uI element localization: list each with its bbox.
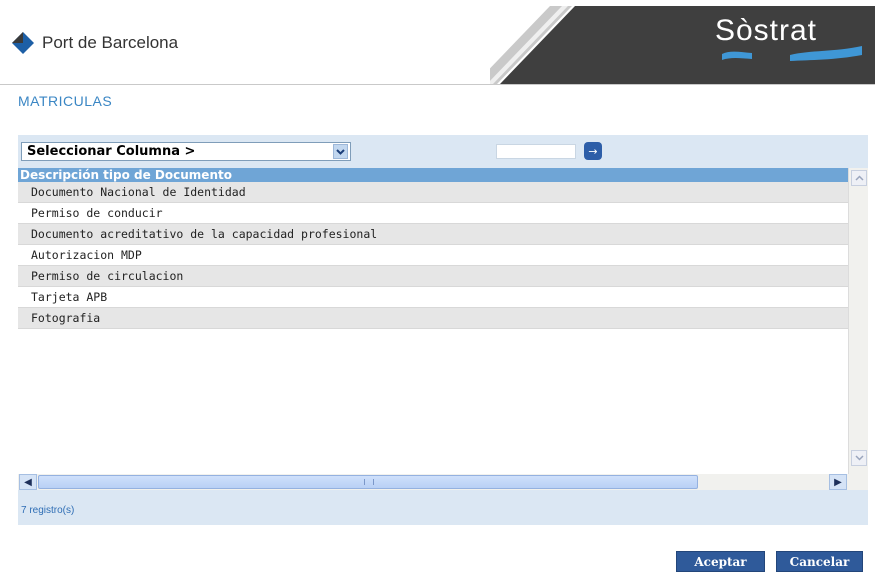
header-divider [0, 84, 875, 85]
table-row[interactable]: Autorizacion MDP [18, 245, 848, 266]
accept-button[interactable]: Aceptar [676, 551, 765, 572]
column-select-value: Seleccionar Columna > [27, 144, 196, 159]
search-input[interactable] [496, 144, 576, 159]
scroll-up-button[interactable] [851, 170, 867, 186]
scroll-down-button[interactable] [851, 450, 867, 466]
brand-banner [490, 6, 875, 84]
cancel-button[interactable]: Cancelar [776, 551, 863, 572]
table-row[interactable]: Documento acreditativo de la capacidad p… [18, 224, 848, 245]
table-row[interactable]: Permiso de conducir [18, 203, 848, 224]
record-count: 7 registro(s) [21, 505, 75, 516]
grid-area: Descripción tipo de Documento Documento … [18, 168, 868, 474]
scroll-right-button[interactable]: ▶ [829, 474, 847, 490]
brand-name: Sòstrat [714, 14, 817, 47]
column-select[interactable]: Seleccionar Columna > [21, 142, 351, 161]
grid-rows: Documento Nacional de Identidad Permiso … [18, 182, 848, 329]
chevron-down-icon[interactable] [333, 144, 348, 159]
chevron-left-icon: ◀ [24, 476, 32, 488]
logo-text: Port de Barcelona [42, 33, 179, 52]
chevron-right-icon: ▶ [834, 476, 842, 488]
scroll-thumb[interactable] [38, 475, 698, 489]
vertical-scrollbar[interactable] [848, 168, 868, 474]
page-header: Port de Barcelona Sòstrat [0, 0, 875, 85]
table-row[interactable]: Fotografia [18, 308, 848, 329]
grid-panel: Seleccionar Columna > → Descripción tipo… [18, 135, 868, 525]
port-logo-icon [12, 32, 34, 54]
go-button[interactable]: → [584, 142, 602, 160]
scroll-left-button[interactable]: ◀ [19, 474, 37, 490]
column-header[interactable]: Descripción tipo de Documento [18, 168, 848, 182]
horizontal-scrollbar[interactable]: ◀ ▶ [18, 474, 868, 490]
chevron-down-icon [854, 455, 864, 461]
table-row[interactable]: Permiso de circulacion [18, 266, 848, 287]
table-row[interactable]: Tarjeta APB [18, 287, 848, 308]
page-title: MATRICULAS [18, 93, 113, 109]
chevron-up-icon [854, 175, 864, 181]
grip-icon [364, 479, 374, 485]
table-row[interactable]: Documento Nacional de Identidad [18, 182, 848, 203]
port-logo[interactable]: Port de Barcelona [10, 28, 178, 58]
arrow-right-icon: → [588, 144, 598, 158]
